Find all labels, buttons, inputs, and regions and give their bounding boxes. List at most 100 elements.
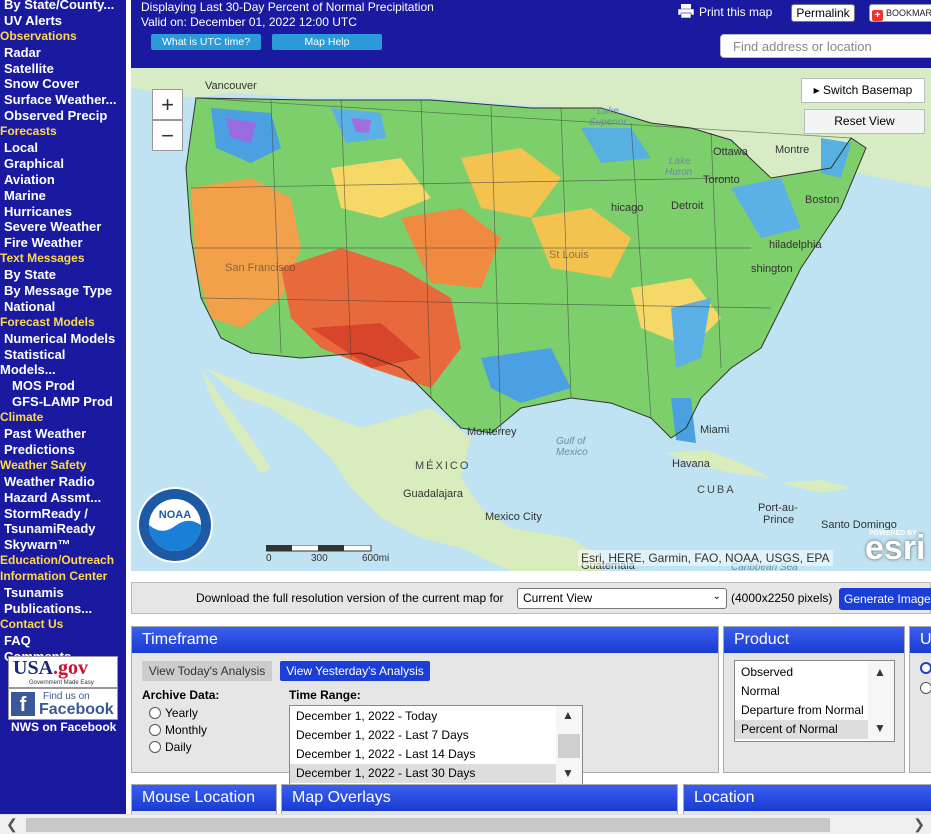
usagov-text-b: .gov [53, 657, 89, 679]
product-option[interactable]: Percent of Normal [735, 720, 868, 739]
radio-icon [149, 707, 161, 719]
map-overlays-title: Map Overlays [282, 785, 677, 811]
sidebar-item-graphical[interactable]: Graphical [0, 156, 126, 172]
product-option[interactable]: Normal [735, 682, 868, 701]
zoom-out-button[interactable]: − [152, 120, 183, 151]
utc-time-button[interactable]: What is UTC time? [151, 34, 261, 50]
precipitation-map[interactable]: Vancouver Lake Superior Lake Huron Ottaw… [131, 68, 931, 571]
time-range-option[interactable]: December 1, 2022 - Last 7 Days [290, 726, 556, 745]
sidebar-item-national[interactable]: National [0, 299, 126, 315]
map-label-lake-superior-b: Superior [589, 117, 627, 128]
time-range-option[interactable]: December 1, 2022 - Today [290, 707, 556, 726]
view-today-button[interactable]: View Today's Analysis [142, 661, 272, 681]
sidebar-item-models[interactable]: Models... [0, 362, 126, 378]
sidebar-item-faq[interactable]: FAQ [0, 633, 126, 649]
switch-basemap-label: Switch Basemap [822, 83, 913, 97]
sidebar-item-hazard-assmt[interactable]: Hazard Assmt... [0, 490, 126, 506]
map-help-button[interactable]: Map Help [272, 34, 382, 50]
zoom-in-button[interactable]: + [152, 89, 183, 120]
time-range-option[interactable]: December 1, 2022 - Last 30 Days [290, 764, 556, 783]
map-label-boston: Boston [805, 194, 840, 206]
sidebar-item-surface-weather[interactable]: Surface Weather... [0, 92, 126, 108]
archive-daily-radio[interactable]: Daily [149, 740, 192, 754]
sidebar-item-past-weather[interactable]: Past Weather [0, 426, 126, 442]
address-search-input[interactable]: Find address or location [720, 34, 931, 58]
map-label-philadelphia: hiladelphia [769, 239, 822, 251]
sidebar-item-weather-radio[interactable]: Weather Radio [0, 474, 126, 490]
sidebar-item-predictions[interactable]: Predictions [0, 442, 126, 458]
scroll-thumb[interactable] [558, 734, 580, 758]
product-list[interactable]: Observed Normal Departure from Normal Perce… [734, 660, 895, 742]
sidebar-heading-observations: Observations [0, 28, 77, 43]
product-option[interactable]: Departure from Normal [735, 701, 868, 720]
units-radio[interactable] [920, 682, 931, 694]
usagov-logo[interactable]: USA.gov Government Made Easy [8, 656, 118, 688]
sidebar-item-tsunamiready[interactable]: TsunamiReady [0, 521, 126, 537]
sidebar-item-numerical-models[interactable]: Numerical Models [0, 331, 126, 347]
download-extent-select[interactable]: Current View ⌄ [517, 588, 727, 609]
esri-logo[interactable]: esri [865, 529, 926, 568]
sidebar-item-mos-prod[interactable]: MOS Prod [0, 378, 126, 394]
horizontal-scrollbar[interactable]: ❮ ❯ [0, 814, 931, 834]
sidebar-item-by-state[interactable]: By State [0, 267, 126, 283]
units-radio-selected[interactable] [920, 662, 931, 674]
permalink-button[interactable]: Permalink [791, 4, 855, 22]
sidebar-item-marine[interactable]: Marine [0, 188, 126, 204]
archive-yearly-radio[interactable]: Yearly [149, 706, 198, 720]
sidebar-item-hurricanes[interactable]: Hurricanes [0, 204, 126, 220]
horizontal-scroll-thumb[interactable] [26, 818, 830, 832]
product-scrollbar[interactable]: ▲ ▼ [868, 661, 894, 741]
sidebar-item-uv-alerts[interactable]: UV Alerts [0, 13, 126, 29]
nws-on-facebook-link[interactable]: NWS on Facebook [11, 720, 116, 734]
sidebar-item-local[interactable]: Local [0, 140, 126, 156]
chevron-down-icon: ⌄ [712, 591, 721, 602]
bookmark-plus-icon: + [872, 10, 883, 21]
sidebar-heading-text-messages: Text Messages [0, 251, 85, 266]
time-range-option[interactable]: December 1, 2022 - Last 14 Days [290, 745, 556, 764]
sidebar-item-publications[interactable]: Publications... [0, 601, 126, 617]
sidebar-heading-contact-us[interactable]: Contact Us [0, 617, 126, 633]
chevron-up-icon[interactable]: ▲ [874, 665, 886, 679]
facebook-link[interactable]: f Find us on Facebook [8, 688, 118, 720]
sidebar-item-tsunamis[interactable]: Tsunamis [0, 585, 126, 601]
radio-icon [149, 741, 161, 753]
sidebar-item-satellite[interactable]: Satellite [0, 61, 126, 77]
map-attribution: Esri, HERE, Garmin, FAO, NOAA, USGS, EPA [578, 550, 833, 566]
map-label-lake-huron-b: Huron [665, 167, 693, 178]
map-label-miami: Miami [700, 424, 730, 436]
noaa-logo[interactable]: NOAA [136, 486, 214, 564]
chevron-up-icon[interactable]: ▲ [562, 708, 574, 722]
sidebar-item-skywarn[interactable]: Skywarn™ [0, 537, 126, 553]
time-range-label: Time Range: [289, 688, 361, 702]
sidebar-item-gfs-lamp-prod[interactable]: GFS-LAMP Prod [0, 394, 126, 410]
map-label-ottawa: Ottawa [713, 146, 748, 158]
chevron-down-icon[interactable]: ▼ [874, 721, 886, 735]
sidebar-item-observed-precip[interactable]: Observed Precip [0, 108, 126, 124]
switch-basemap-button[interactable]: ▸ Switch Basemap [801, 78, 925, 103]
sidebar-item-snow-cover[interactable]: Snow Cover [0, 76, 126, 92]
sidebar-item-fire-weather[interactable]: Fire Weather [0, 235, 126, 251]
time-range-list[interactable]: December 1, 2022 - Today December 1, 2022… [289, 705, 583, 785]
map-label-monterrey: Monterrey [467, 426, 517, 438]
chevron-down-icon[interactable]: ▼ [562, 766, 574, 780]
sidebar-item-stormready[interactable]: StormReady / [0, 506, 126, 522]
sidebar-item-aviation[interactable]: Aviation [0, 172, 126, 188]
generate-image-button[interactable]: Generate Image [839, 588, 931, 610]
scale-label-600: 600mi [362, 553, 390, 564]
sidebar-item-statistical[interactable]: Statistical [0, 347, 126, 363]
scroll-left-icon[interactable]: ❮ [6, 816, 18, 833]
archive-monthly-radio[interactable]: Monthly [149, 723, 207, 737]
product-option[interactable]: Observed [735, 663, 868, 682]
scroll-right-icon[interactable]: ❯ [913, 816, 925, 833]
sidebar-item-severe-weather[interactable]: Severe Weather [0, 219, 126, 235]
sidebar-item-by-state-county[interactable]: By State/County... [0, 0, 126, 13]
sidebar-item-by-message-type[interactable]: By Message Type [0, 283, 126, 299]
time-range-scrollbar[interactable]: ▲ ▼ [556, 706, 582, 784]
reset-view-button[interactable]: Reset View [804, 109, 925, 134]
print-map-link[interactable]: Print this map [677, 4, 772, 19]
mouse-location-panel: Mouse Location [131, 784, 277, 814]
view-yesterday-button[interactable]: View Yesterday's Analysis [280, 661, 430, 681]
sidebar-item-radar[interactable]: Radar [0, 45, 126, 61]
map-label-cuba: CUBA [697, 484, 736, 496]
bookmark-button[interactable]: +BOOKMARK [869, 4, 931, 22]
